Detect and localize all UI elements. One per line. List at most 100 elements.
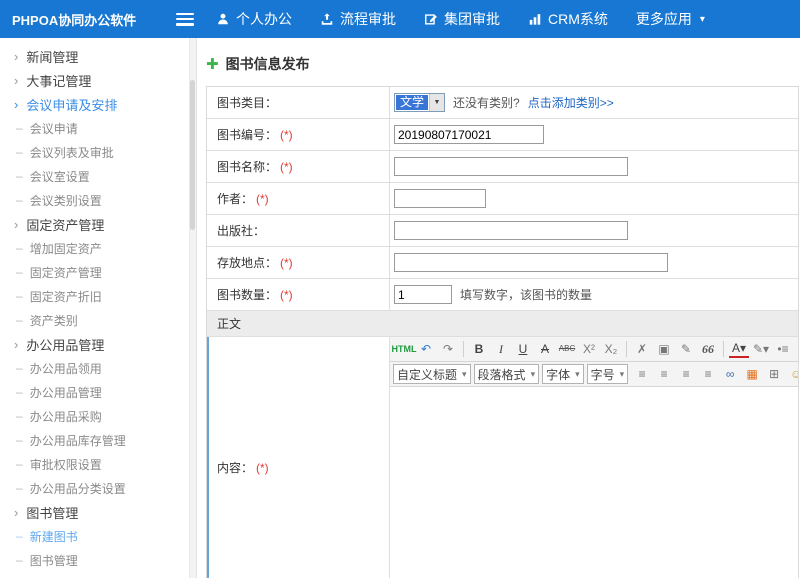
location-input[interactable]	[394, 253, 668, 272]
sidebar-item-meeting-room-settings[interactable]: 会议室设置	[0, 164, 196, 188]
menu-marker-icon	[14, 49, 26, 64]
underline-button[interactable]: U	[513, 339, 533, 359]
book-no-input[interactable]	[394, 125, 544, 144]
sidebar-menu: 新闻管理 大事记管理 会议申请及安排 会议申请 会议列表及审批 会议室设置 会议…	[0, 38, 196, 572]
spellcheck-strike-button[interactable]: ABC	[557, 339, 577, 359]
quantity-input[interactable]	[394, 285, 452, 304]
sidebar-item-book-management-sub[interactable]: 图书管理	[0, 548, 196, 572]
caret-down-icon: ▾	[700, 14, 705, 25]
sidebar-item-approval-permission-settings[interactable]: 审批权限设置	[0, 452, 196, 476]
sidebar-item-supplies-purchase[interactable]: 办公用品采购	[0, 404, 196, 428]
menu-marker-icon	[16, 553, 30, 567]
blockquote-button[interactable]: 66	[698, 339, 718, 359]
menu-marker-icon	[14, 217, 26, 232]
book-no-label: 图书编号：	[217, 126, 277, 143]
table-button[interactable]: ⊞	[764, 364, 784, 384]
menu-marker-icon	[16, 121, 30, 135]
ordered-list-button[interactable]: 1≡	[795, 339, 798, 359]
sidebar-item-supplies-inventory[interactable]: 办公用品库存管理	[0, 428, 196, 452]
sidebar-item-events-management[interactable]: 大事记管理	[0, 68, 196, 92]
highlight-color-button[interactable]: ✎▾	[751, 339, 771, 359]
emoticon-button[interactable]: ☺	[786, 364, 798, 384]
body-section-label: 正文	[207, 311, 241, 336]
sidebar-item-fixed-asset-depreciation[interactable]: 固定资产折旧	[0, 284, 196, 308]
sidebar-item-supplies-management[interactable]: 办公用品管理	[0, 380, 196, 404]
add-category-link[interactable]: 点击添加类别>>	[528, 94, 614, 111]
menu-marker-icon	[16, 241, 30, 255]
align-right-button[interactable]: ≡	[676, 364, 696, 384]
align-center-button[interactable]: ≡	[654, 364, 674, 384]
menu-marker-icon	[14, 505, 26, 520]
sidebar-item-news-management[interactable]: 新闻管理	[0, 44, 196, 68]
author-input[interactable]	[394, 189, 486, 208]
menu-marker-icon	[14, 97, 26, 112]
redo-button[interactable]: ↷	[438, 339, 458, 359]
font-family-select[interactable]: 字体	[542, 364, 584, 384]
remove-format-button[interactable]: ✗	[632, 339, 652, 359]
nav-crm-system[interactable]: CRM系统	[528, 9, 608, 29]
sidebar-item-new-book[interactable]: 新建图书	[0, 524, 196, 548]
publisher-input[interactable]	[394, 221, 628, 240]
image-button[interactable]: ▦	[742, 364, 762, 384]
toolbar-separator	[626, 341, 627, 357]
book-name-label: 图书名称：	[217, 158, 277, 175]
nav-more-apps[interactable]: 更多应用 ▾	[636, 9, 705, 29]
sidebar-item-fixed-assets[interactable]: 固定资产管理	[0, 212, 196, 236]
subscript-button[interactable]: X₂	[601, 339, 621, 359]
align-justify-button[interactable]: ≡	[698, 364, 718, 384]
undo-button[interactable]: ↶	[416, 339, 436, 359]
html-source-button[interactable]: HTML	[394, 339, 414, 359]
book-name-input[interactable]	[394, 157, 628, 176]
category-select[interactable]: 文学 ▼	[394, 93, 445, 112]
required-mark: (*)	[256, 192, 269, 206]
sidebar-item-asset-category[interactable]: 资产类别	[0, 308, 196, 332]
paragraph-format-select[interactable]: 段落格式	[474, 364, 540, 384]
nav-label: 个人办公	[236, 9, 292, 29]
page-title: 图书信息发布	[226, 54, 310, 74]
sidebar-item-label: 会议室设置	[30, 168, 90, 185]
font-color-button[interactable]: A▾	[729, 340, 749, 358]
custom-heading-select[interactable]: 自定义标题	[393, 364, 471, 384]
toolbar-separator	[723, 341, 724, 357]
sidebar-item-label: 办公用品领用	[30, 360, 102, 377]
menu-icon[interactable]	[176, 13, 194, 26]
sidebar-item-supplies-category-settings[interactable]: 办公用品分类设置	[0, 476, 196, 500]
sidebar-item-meeting-apply[interactable]: 会议申请	[0, 116, 196, 140]
align-left-button[interactable]: ≡	[632, 364, 652, 384]
sidebar-item-office-supplies[interactable]: 办公用品管理	[0, 332, 196, 356]
editor-content-area[interactable]	[390, 387, 798, 578]
form-row-location: 存放地点： (*)	[207, 247, 798, 279]
sidebar-item-supplies-claim[interactable]: 办公用品领用	[0, 356, 196, 380]
sidebar-item-label: 大事记管理	[26, 71, 91, 90]
sidebar-item-label: 图书管理	[26, 503, 78, 522]
editor-toolbar-row1: HTML↶↷ BIUAABCX²X₂ ✗▣✎66 A▾✎▾•≡1≡	[390, 337, 798, 362]
bold-button[interactable]: B	[469, 339, 489, 359]
menu-marker-icon	[16, 529, 30, 543]
superscript-button[interactable]: X²	[579, 339, 599, 359]
sidebar-item-meeting-apply-arrange[interactable]: 会议申请及安排	[0, 92, 196, 116]
scrollbar-thumb[interactable]	[190, 80, 195, 230]
nav-group-approval[interactable]: 集团审批	[424, 9, 500, 29]
sidebar-item-add-fixed-asset[interactable]: 增加固定资产	[0, 236, 196, 260]
sidebar-item-label: 增加固定资产	[30, 240, 102, 257]
menu-marker-icon	[16, 145, 30, 159]
menu-marker-icon	[16, 193, 30, 207]
sidebar-scrollbar[interactable]	[189, 38, 196, 578]
sidebar-item-meeting-category-settings[interactable]: 会议类别设置	[0, 188, 196, 212]
font-size-select[interactable]: 字号	[587, 364, 629, 384]
format-brush-button[interactable]: ✎	[676, 339, 696, 359]
nav-personal-office[interactable]: 个人办公	[216, 9, 292, 29]
strikethrough-button[interactable]: A	[535, 339, 555, 359]
paste-button[interactable]: ▣	[654, 339, 674, 359]
required-mark: (*)	[280, 288, 293, 302]
sidebar-item-label: 会议类别设置	[30, 192, 102, 209]
sidebar-item-book-management[interactable]: 图书管理	[0, 500, 196, 524]
italic-button[interactable]: I	[491, 339, 511, 359]
menu-marker-icon	[16, 265, 30, 279]
nav-process-approval[interactable]: 流程审批	[320, 9, 396, 29]
sidebar-item-fixed-asset-management[interactable]: 固定资产管理	[0, 260, 196, 284]
menu-marker-icon	[14, 73, 26, 88]
sidebar-item-meeting-list-approval[interactable]: 会议列表及审批	[0, 140, 196, 164]
unordered-list-button[interactable]: •≡	[773, 339, 793, 359]
link-button[interactable]: ∞	[720, 364, 740, 384]
